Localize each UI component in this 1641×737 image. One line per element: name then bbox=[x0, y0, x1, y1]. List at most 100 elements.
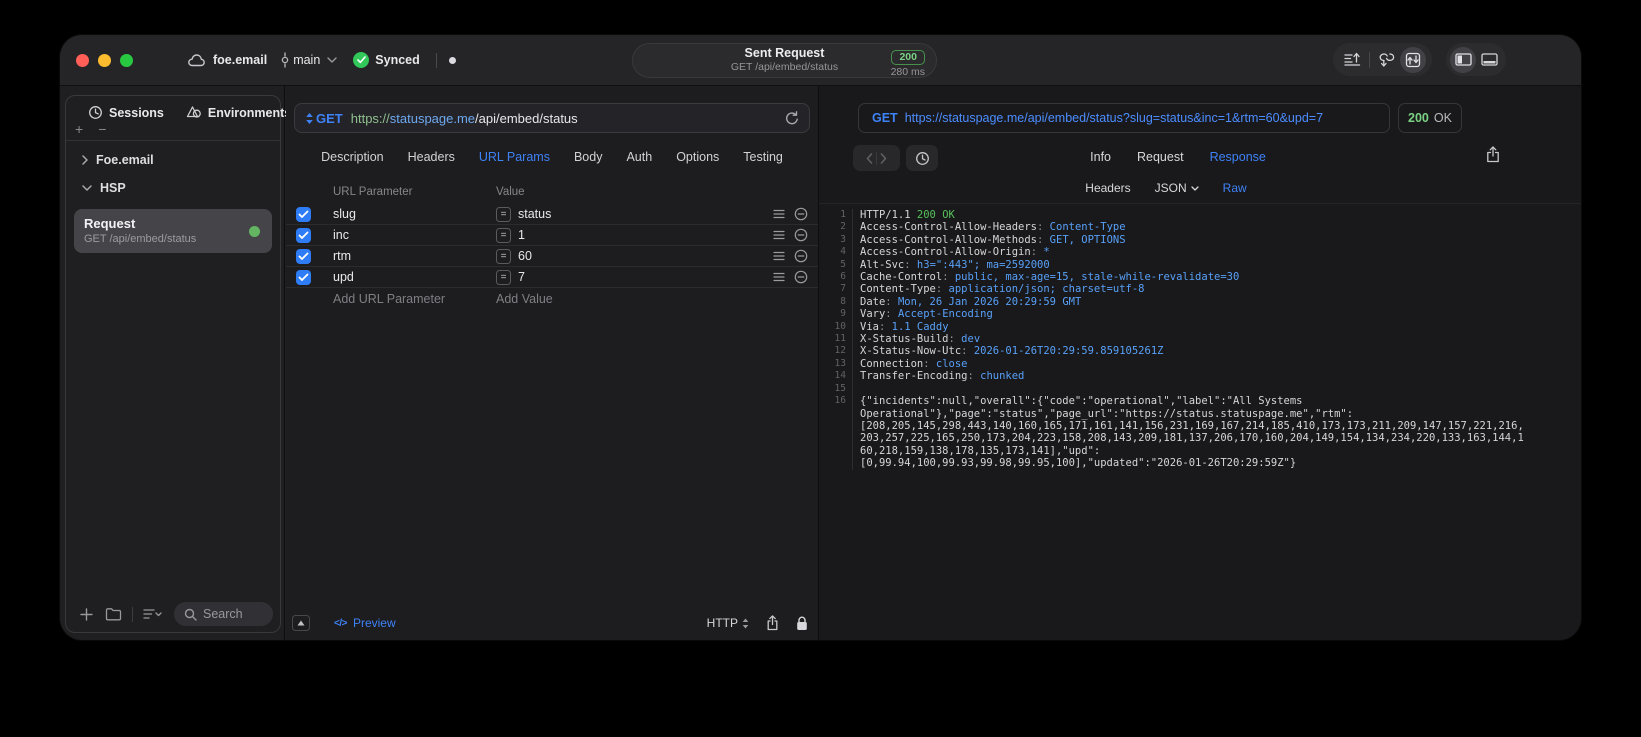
sent-request-url-display[interactable]: GET https://statuspage.me/api/embed/stat… bbox=[858, 103, 1390, 133]
sidebar-footer: Search bbox=[74, 601, 273, 627]
add-param-name-placeholder[interactable]: Add URL Parameter bbox=[333, 292, 496, 306]
branch-chevron-down-icon[interactable] bbox=[327, 57, 337, 63]
pull-changes-button[interactable] bbox=[1374, 47, 1400, 73]
import-export-button[interactable] bbox=[1339, 47, 1365, 73]
footer-divider bbox=[132, 606, 133, 622]
panel-toggles-group bbox=[1446, 43, 1506, 76]
resend-request-icon[interactable] bbox=[785, 110, 799, 126]
request-duration: 280 ms bbox=[890, 66, 925, 78]
new-folder-button[interactable] bbox=[99, 607, 128, 621]
equals-icon: = bbox=[496, 227, 511, 243]
url-host[interactable]: statuspage.me bbox=[390, 111, 475, 126]
response-code-line: Operational"},"page":"status","page_url"… bbox=[819, 407, 1581, 420]
url-scheme[interactable]: https:// bbox=[351, 111, 390, 126]
sent-request-summary[interactable]: Sent Request GET /api/embed/status 200 2… bbox=[632, 43, 937, 78]
response-code-line: 3 Access-Control-Allow-Methods: GET, OPTI… bbox=[819, 233, 1581, 247]
remove-param-icon[interactable] bbox=[794, 207, 808, 221]
param-name-input[interactable]: rtm bbox=[333, 249, 496, 263]
export-response-icon[interactable] bbox=[1486, 146, 1500, 163]
expand-console-button[interactable] bbox=[292, 615, 310, 631]
param-name-input[interactable]: slug bbox=[333, 207, 496, 221]
protocol-select[interactable]: HTTP bbox=[707, 616, 749, 630]
close-window-button[interactable] bbox=[76, 53, 89, 67]
response-subtab-raw[interactable]: Raw bbox=[1223, 181, 1247, 195]
equals-icon: = bbox=[496, 248, 511, 264]
params-table: slug = status inc = 1 rtm = 60 upd = 7 Add URL Param… bbox=[286, 204, 818, 310]
param-name-input[interactable]: upd bbox=[333, 270, 496, 284]
tree-group-foe-email[interactable]: Foe.email bbox=[74, 153, 272, 181]
toggle-bottom-panel-button[interactable] bbox=[1476, 47, 1502, 73]
param-checkbox[interactable] bbox=[296, 206, 311, 222]
line-number: 2 bbox=[819, 221, 853, 234]
reorder-handle-icon[interactable] bbox=[773, 230, 785, 240]
response-tab-info[interactable]: Info bbox=[1090, 150, 1111, 164]
response-code-line: 11 X-Status-Build: dev bbox=[819, 333, 1581, 346]
sidebar-tab-environments[interactable]: Environments bbox=[186, 105, 291, 120]
response-code-line: 10 Via: 1.1 Caddy bbox=[819, 320, 1581, 334]
method-stepper-icon[interactable] bbox=[305, 112, 314, 125]
equals-icon: = bbox=[496, 206, 511, 222]
param-checkbox[interactable] bbox=[296, 248, 311, 264]
tab-url-params[interactable]: URL Params bbox=[479, 150, 550, 164]
tab-options[interactable]: Options bbox=[676, 150, 719, 164]
request-editor-tabs: Description Headers URL Params Body Auth Opti… bbox=[286, 150, 818, 164]
branch-name[interactable]: main bbox=[293, 53, 320, 67]
preview-button[interactable]: </> Preview bbox=[334, 616, 396, 630]
remove-param-icon[interactable] bbox=[794, 270, 808, 284]
param-value-input[interactable]: 1 bbox=[518, 228, 525, 242]
new-request-button[interactable] bbox=[74, 607, 99, 621]
sidebar-tab-sessions[interactable]: Sessions bbox=[88, 105, 164, 120]
sidebar-remove-button[interactable]: − bbox=[98, 122, 106, 136]
param-checkbox[interactable] bbox=[296, 269, 311, 285]
sidebar-add-button[interactable]: + bbox=[75, 122, 83, 136]
chevron-right-icon bbox=[82, 155, 88, 165]
url-path[interactable]: /api/embed/status bbox=[475, 111, 578, 126]
add-param-value-placeholder[interactable]: Add Value bbox=[496, 292, 553, 306]
sort-options-button[interactable] bbox=[137, 608, 168, 620]
param-value-input[interactable]: status bbox=[518, 207, 551, 221]
share-request-icon[interactable] bbox=[766, 615, 779, 631]
param-value-input[interactable]: 60 bbox=[518, 249, 532, 263]
line-number: 1 bbox=[819, 209, 853, 222]
response-body-viewer[interactable]: 1 HTTP/1.1 200 OK 2 Access-Control-Allow-He… bbox=[819, 204, 1581, 640]
status-code-badge: 200 bbox=[891, 50, 925, 65]
response-subtab-headers[interactable]: Headers bbox=[1085, 181, 1130, 195]
reorder-handle-icon[interactable] bbox=[773, 251, 785, 261]
tab-auth[interactable]: Auth bbox=[626, 150, 652, 164]
response-tab-request[interactable]: Request bbox=[1137, 150, 1184, 164]
response-code-line: 16 {"incidents":null,"overall":{"code":"o… bbox=[819, 395, 1581, 408]
project-name[interactable]: foe.email bbox=[213, 53, 267, 67]
tree-group-hsp[interactable]: HSP bbox=[74, 181, 272, 209]
response-request-method: GET bbox=[872, 111, 898, 125]
response-subtab-json[interactable]: JSON bbox=[1155, 181, 1199, 195]
request-url-bar[interactable]: GET https://statuspage.me/api/embed/stat… bbox=[294, 103, 810, 133]
tree-group-label: HSP bbox=[100, 181, 126, 195]
tab-description[interactable]: Description bbox=[321, 150, 384, 164]
tab-body[interactable]: Body bbox=[574, 150, 603, 164]
response-code-line: 15 bbox=[819, 382, 1581, 396]
sessions-tab-label: Sessions bbox=[109, 105, 164, 120]
reorder-handle-icon[interactable] bbox=[773, 272, 785, 282]
reorder-handle-icon[interactable] bbox=[773, 209, 785, 219]
zoom-window-button[interactable] bbox=[120, 53, 133, 67]
response-status-code: 200 bbox=[1408, 111, 1429, 125]
equals-icon: = bbox=[496, 269, 511, 285]
request-list-item-selected[interactable]: Request GET /api/embed/status bbox=[74, 209, 272, 253]
environments-shapes-icon bbox=[186, 105, 202, 120]
param-name-input[interactable]: inc bbox=[333, 228, 496, 242]
toggle-left-sidebar-button[interactable] bbox=[1450, 46, 1476, 73]
response-tab-response[interactable]: Response bbox=[1210, 150, 1266, 164]
request-method[interactable]: GET bbox=[316, 111, 343, 126]
line-number bbox=[819, 457, 853, 470]
minimize-window-button[interactable] bbox=[98, 53, 111, 67]
sidebar-search-input[interactable]: Search bbox=[174, 602, 273, 626]
request-editor-pane: GET https://statuspage.me/api/embed/stat… bbox=[286, 86, 819, 640]
tab-headers[interactable]: Headers bbox=[408, 150, 455, 164]
param-checkbox[interactable] bbox=[296, 227, 311, 243]
param-value-input[interactable]: 7 bbox=[518, 270, 525, 284]
sync-requests-button[interactable] bbox=[1400, 46, 1426, 73]
tab-testing[interactable]: Testing bbox=[743, 150, 783, 164]
remove-param-icon[interactable] bbox=[794, 228, 808, 242]
lock-icon[interactable] bbox=[796, 616, 808, 631]
remove-param-icon[interactable] bbox=[794, 249, 808, 263]
